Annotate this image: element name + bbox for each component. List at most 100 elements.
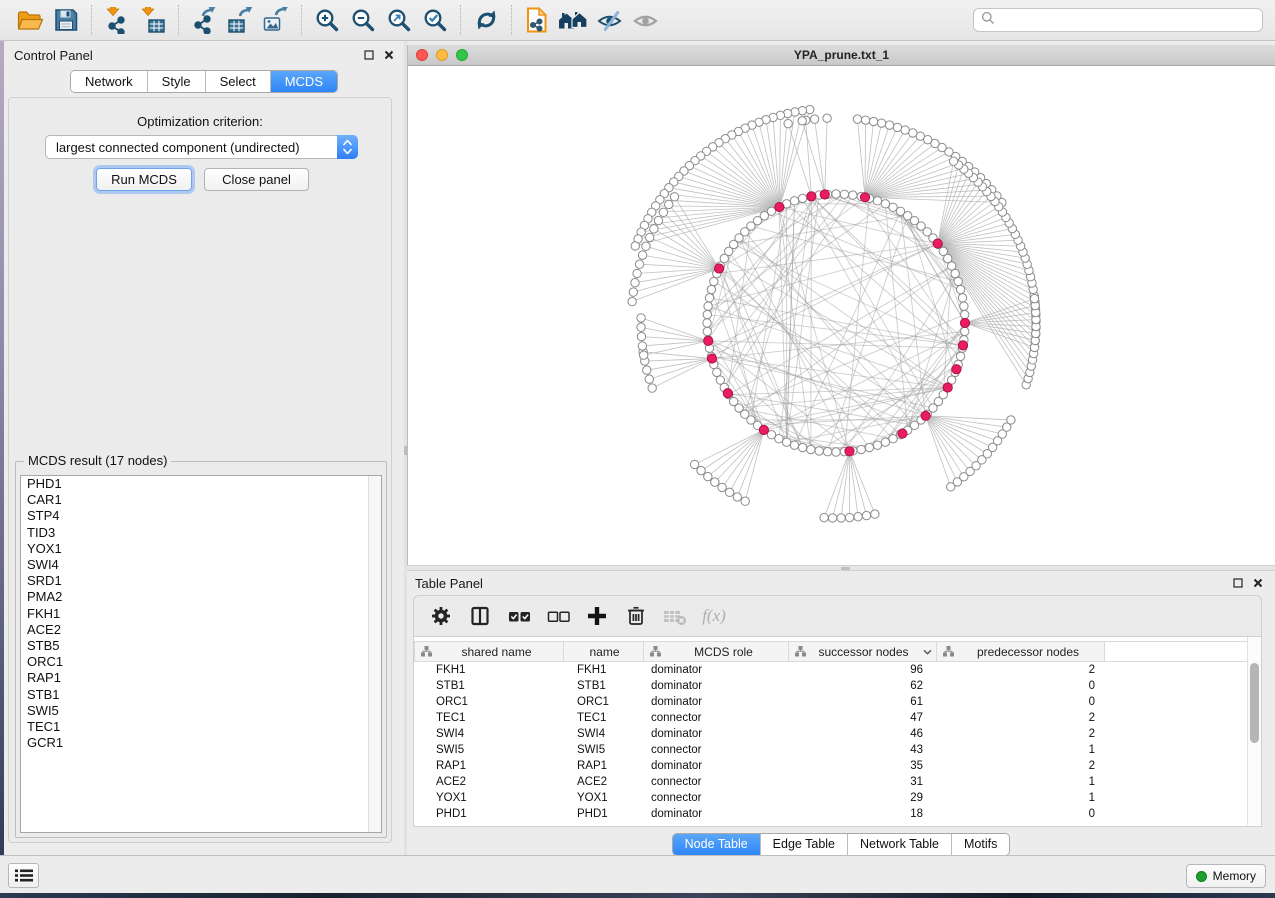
table-tab-network-table[interactable]: Network Table [847,834,951,855]
mcds-result-item[interactable]: SRD1 [21,573,381,589]
graph-node[interactable] [648,384,656,392]
graph-hub-node[interactable] [775,202,784,211]
float-table-panel-icon[interactable] [1232,577,1243,588]
graph-node[interactable] [639,351,647,359]
graph-node[interactable] [654,216,662,224]
mcds-result-item[interactable]: FKH1 [21,606,381,622]
zoom-selected-icon[interactable] [417,4,453,36]
graph-hub-node[interactable] [898,429,907,438]
graph-node[interactable] [810,115,818,123]
graph-node[interactable] [631,242,639,250]
graph-node[interactable] [873,197,881,205]
graph-hub-node[interactable] [820,190,829,199]
graph-node[interactable] [807,445,815,453]
graph-node[interactable] [703,310,711,318]
close-panel-icon[interactable] [383,49,394,60]
control-panel-tab-network[interactable]: Network [71,71,147,92]
graph-hub-node[interactable] [933,239,942,248]
mcds-result-item[interactable]: PHD1 [21,476,381,492]
graph-node[interactable] [798,117,806,125]
panel-list-button[interactable] [8,863,39,888]
open-file-icon[interactable] [12,4,48,36]
save-session-icon[interactable] [48,4,84,36]
table-scrollbar-thumb[interactable] [1250,663,1259,743]
graph-node[interactable] [703,327,711,335]
table-row[interactable]: PHD1PHD1dominator180 [414,806,1249,822]
graph-node[interactable] [790,197,798,205]
graph-hub-node[interactable] [714,264,723,273]
mcds-result-item[interactable]: PMA2 [21,589,381,605]
graph-node[interactable] [697,466,705,474]
graph-node[interactable] [832,190,840,198]
graph-node[interactable] [650,225,658,233]
graph-hub-node[interactable] [704,336,713,345]
graph-node[interactable] [631,279,639,287]
graph-node[interactable] [954,277,962,285]
column-header-shared-name[interactable]: shared name [414,641,564,662]
graph-node[interactable] [857,445,865,453]
graph-node[interactable] [885,121,893,129]
graph-node[interactable] [861,116,869,124]
zoom-out-icon[interactable] [345,4,381,36]
mcds-result-item[interactable]: SWI5 [21,703,381,719]
column-header-name[interactable]: name [564,641,644,662]
graph-node[interactable] [815,447,823,455]
graph-hub-node[interactable] [960,318,969,327]
export-table-icon[interactable] [222,4,258,36]
graph-node[interactable] [862,511,870,519]
graph-node[interactable] [960,302,968,310]
graph-node[interactable] [710,277,718,285]
graph-node[interactable] [790,441,798,449]
graph-node[interactable] [956,352,964,360]
graph-node[interactable] [1030,294,1038,302]
delete-row-icon[interactable] [623,603,649,629]
deselect-all-checkboxes-icon[interactable] [545,603,571,629]
graph-node[interactable] [707,285,715,293]
mcds-result-item[interactable]: TEC1 [21,719,381,735]
graph-node[interactable] [703,319,711,327]
graph-node[interactable] [775,434,783,442]
table-tab-edge-table[interactable]: Edge Table [760,834,847,855]
table-row[interactable]: RAP1RAP1dominator352 [414,758,1249,774]
graph-node[interactable] [782,438,790,446]
graph-node[interactable] [645,375,653,383]
close-table-panel-icon[interactable] [1252,577,1263,588]
graph-node[interactable] [638,251,646,259]
graph-node[interactable] [784,119,792,127]
graph-node[interactable] [629,288,637,296]
graph-node[interactable] [951,269,959,277]
column-header-predecessor-nodes[interactable]: predecessor nodes [937,641,1105,662]
mcds-result-item[interactable]: GCR1 [21,735,381,751]
graph-node[interactable] [845,513,853,521]
run-mcds-button[interactable]: Run MCDS [96,168,192,191]
graph-node[interactable] [869,117,877,125]
graph-node[interactable] [713,368,721,376]
graph-node[interactable] [628,297,636,305]
mcds-result-item[interactable]: TID3 [21,525,381,541]
column-header-mcds-role[interactable]: MCDS role [644,641,789,662]
graph-node[interactable] [823,448,831,456]
table-row[interactable]: TEC1TEC1connector472 [414,710,1249,726]
graph-node[interactable] [820,513,828,521]
graph-node[interactable] [646,233,654,241]
memory-button[interactable]: Memory [1186,864,1266,888]
export-network-icon[interactable] [186,4,222,36]
mcds-result-item[interactable]: ORC1 [21,654,381,670]
mcds-result-item[interactable]: SWI4 [21,557,381,573]
table-settings-icon[interactable] [428,603,454,629]
graph-node[interactable] [881,438,889,446]
graph-node[interactable] [704,472,712,480]
graph-node[interactable] [871,510,879,518]
select-all-checkboxes-icon[interactable] [506,603,532,629]
mcds-result-item[interactable]: STB5 [21,638,381,654]
network-window-titlebar[interactable]: YPA_prune.txt_1 [408,45,1275,66]
graph-node[interactable] [881,200,889,208]
mcds-result-item[interactable]: RAP1 [21,670,381,686]
home-networks-icon[interactable] [555,4,591,36]
graph-node[interactable] [705,294,713,302]
graph-hub-node[interactable] [845,447,854,456]
share-network-document-icon[interactable] [519,4,555,36]
graph-node[interactable] [637,314,645,322]
graph-node[interactable] [670,193,678,201]
graph-node[interactable] [725,488,733,496]
